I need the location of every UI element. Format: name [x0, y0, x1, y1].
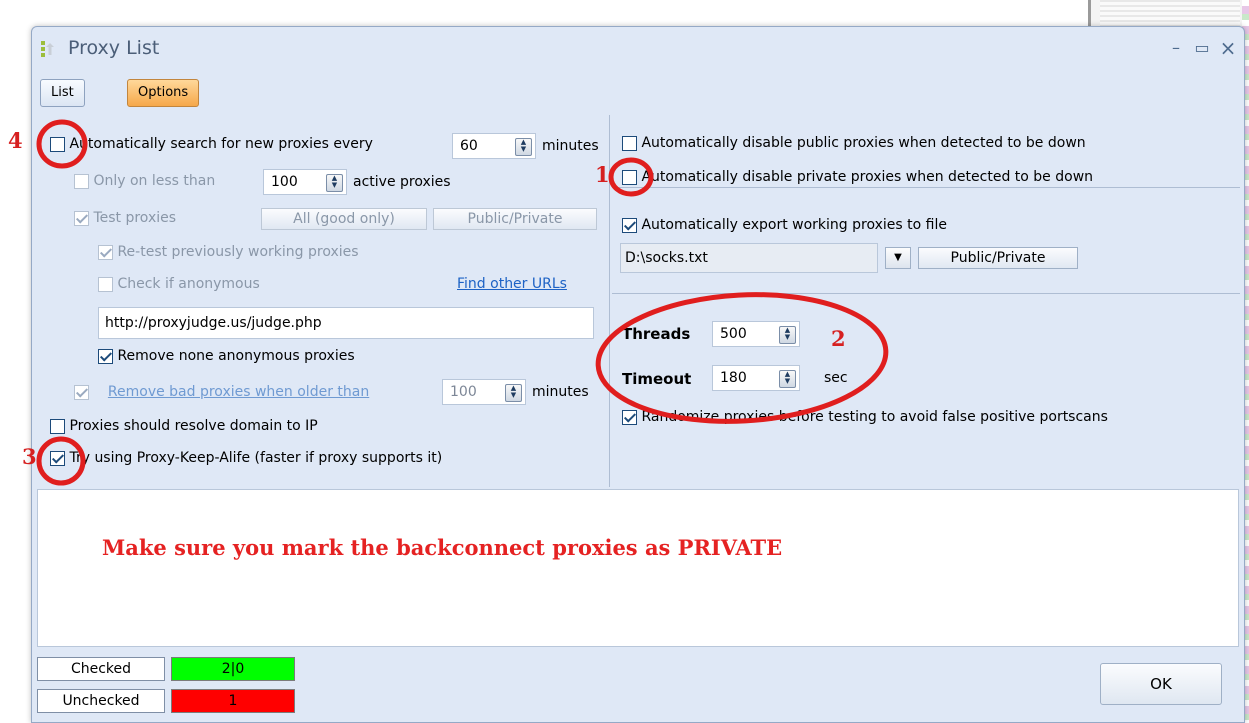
- test-public-private-button[interactable]: Public/Private: [433, 208, 597, 230]
- threads-spinner[interactable]: 500 ▲ ▼: [712, 321, 800, 347]
- disable-private-label: Automatically disable private proxies wh…: [641, 169, 1094, 185]
- resolve-domain-checkbox[interactable]: [50, 418, 65, 434]
- right-disable-section: Automatically disable public proxies whe…: [612, 115, 1240, 188]
- close-button[interactable]: ×: [1216, 37, 1240, 59]
- spinner-arrows-icon[interactable]: ▲ ▼: [505, 384, 522, 402]
- test-proxies-row: Test proxies: [74, 210, 176, 226]
- export-label: Automatically export working proxies to …: [641, 217, 947, 233]
- auto-search-unit: minutes: [542, 138, 599, 154]
- maximize-button[interactable]: ▭: [1190, 37, 1214, 59]
- ok-button[interactable]: OK: [1100, 663, 1222, 705]
- disable-private-checkbox[interactable]: [622, 169, 637, 185]
- remove-bad-checkbox[interactable]: [74, 384, 89, 400]
- test-proxies-checkbox[interactable]: [74, 210, 89, 226]
- keep-alife-label: Try using Proxy-Keep-Alife (faster if pr…: [69, 450, 443, 466]
- check-anon-row: Check if anonymous: [98, 276, 260, 292]
- auto-search-minutes-value: 60: [460, 138, 478, 154]
- left-options-panel: Automatically search for new proxies eve…: [37, 115, 610, 487]
- window-title: Proxy List: [68, 37, 160, 59]
- message-area: Make sure you mark the backconnect proxi…: [37, 489, 1239, 647]
- disable-public-row: Automatically disable public proxies whe…: [622, 135, 1086, 151]
- only-less-value: 100: [271, 174, 298, 190]
- remove-bad-minutes-spinner[interactable]: 100 ▲ ▼: [442, 379, 526, 405]
- only-less-spinner[interactable]: 100 ▲ ▼: [263, 169, 347, 195]
- auto-search-row: Automatically search for new proxies eve…: [50, 136, 373, 152]
- checked-label: Checked: [37, 657, 165, 681]
- export-public-private-button[interactable]: Public/Private: [918, 247, 1078, 269]
- private-proxies-note: Make sure you mark the backconnect proxi…: [102, 535, 783, 560]
- check-anon-checkbox[interactable]: [98, 276, 113, 292]
- proxy-list-window: Proxy List – ▭ × List Options Automatica…: [31, 26, 1245, 723]
- unchecked-count-bar: 1: [171, 689, 295, 713]
- timeout-label: Timeout: [622, 370, 692, 388]
- resolve-domain-row: Proxies should resolve domain to IP: [50, 418, 318, 434]
- tab-list[interactable]: List: [40, 79, 85, 107]
- find-other-urls-link[interactable]: Find other URLs: [457, 276, 567, 292]
- retest-checkbox[interactable]: [98, 244, 113, 260]
- only-less-checkbox[interactable]: [74, 173, 89, 189]
- remove-bad-unit: minutes: [532, 384, 589, 400]
- dropdown-arrow-icon[interactable]: ▼: [885, 247, 911, 269]
- export-row: Automatically export working proxies to …: [622, 217, 947, 233]
- keep-alife-row: Try using Proxy-Keep-Alife (faster if pr…: [50, 450, 442, 466]
- test-all-good-only-button[interactable]: All (good only): [261, 208, 427, 230]
- timeout-value: 180: [720, 370, 747, 386]
- timeout-spinner[interactable]: 180 ▲ ▼: [712, 365, 800, 391]
- randomize-checkbox[interactable]: [622, 409, 637, 425]
- remove-bad-label[interactable]: Remove bad proxies when older than: [108, 384, 369, 400]
- only-less-label: Only on less than: [93, 173, 216, 189]
- disable-public-label: Automatically disable public proxies whe…: [641, 135, 1086, 151]
- spinner-arrows-icon[interactable]: ▲ ▼: [779, 326, 796, 344]
- randomize-label: Randomize proxies before testing to avoi…: [641, 409, 1108, 425]
- export-path-field[interactable]: D:\socks.txt: [620, 243, 878, 273]
- timeout-unit: sec: [824, 370, 848, 386]
- only-less-unit: active proxies: [353, 174, 451, 190]
- remove-bad-row: Remove bad proxies when older than: [74, 384, 369, 400]
- spinner-arrows-icon[interactable]: ▲ ▼: [326, 174, 343, 192]
- retest-row: Re-test previously working proxies: [98, 244, 359, 260]
- test-proxies-label: Test proxies: [93, 210, 177, 226]
- resolve-domain-label: Proxies should resolve domain to IP: [69, 418, 318, 434]
- check-anon-label: Check if anonymous: [117, 276, 260, 292]
- disable-public-checkbox[interactable]: [622, 135, 637, 151]
- threads-label: Threads: [622, 325, 691, 343]
- annotation-number-3: 3: [22, 444, 37, 469]
- proxy-list-icon: [41, 41, 54, 57]
- auto-search-label: Automatically search for new proxies eve…: [69, 136, 373, 152]
- unchecked-label: Unchecked: [37, 689, 165, 713]
- remove-none-anon-row: Remove none anonymous proxies: [98, 348, 355, 364]
- remove-bad-minutes-value: 100: [450, 384, 477, 400]
- retest-label: Re-test previously working proxies: [117, 244, 359, 260]
- auto-search-checkbox[interactable]: [50, 136, 65, 152]
- disable-private-row: Automatically disable private proxies wh…: [622, 169, 1093, 185]
- auto-search-minutes-spinner[interactable]: 60 ▲ ▼: [452, 133, 536, 159]
- randomize-row: Randomize proxies before testing to avoi…: [622, 409, 1108, 425]
- export-checkbox[interactable]: [622, 217, 637, 233]
- minimize-button[interactable]: –: [1164, 37, 1188, 59]
- right-export-section: Automatically export working proxies to …: [612, 199, 1240, 294]
- checked-count-bar: 2|0: [171, 657, 295, 681]
- keep-alife-checkbox[interactable]: [50, 450, 65, 466]
- annotation-number-2: 2: [831, 326, 846, 351]
- annotation-number-4: 4: [8, 128, 23, 153]
- judge-url-input[interactable]: http://proxyjudge.us/judge.php: [98, 307, 594, 339]
- threads-value: 500: [720, 326, 747, 342]
- spinner-arrows-icon[interactable]: ▲ ▼: [515, 138, 532, 156]
- remove-none-anon-label: Remove none anonymous proxies: [117, 348, 355, 364]
- spinner-arrows-icon[interactable]: ▲ ▼: [779, 370, 796, 388]
- remove-none-anon-checkbox[interactable]: [98, 348, 113, 364]
- only-less-row: Only on less than: [74, 173, 215, 189]
- tab-options[interactable]: Options: [127, 79, 200, 107]
- annotation-number-1: 1: [595, 162, 610, 187]
